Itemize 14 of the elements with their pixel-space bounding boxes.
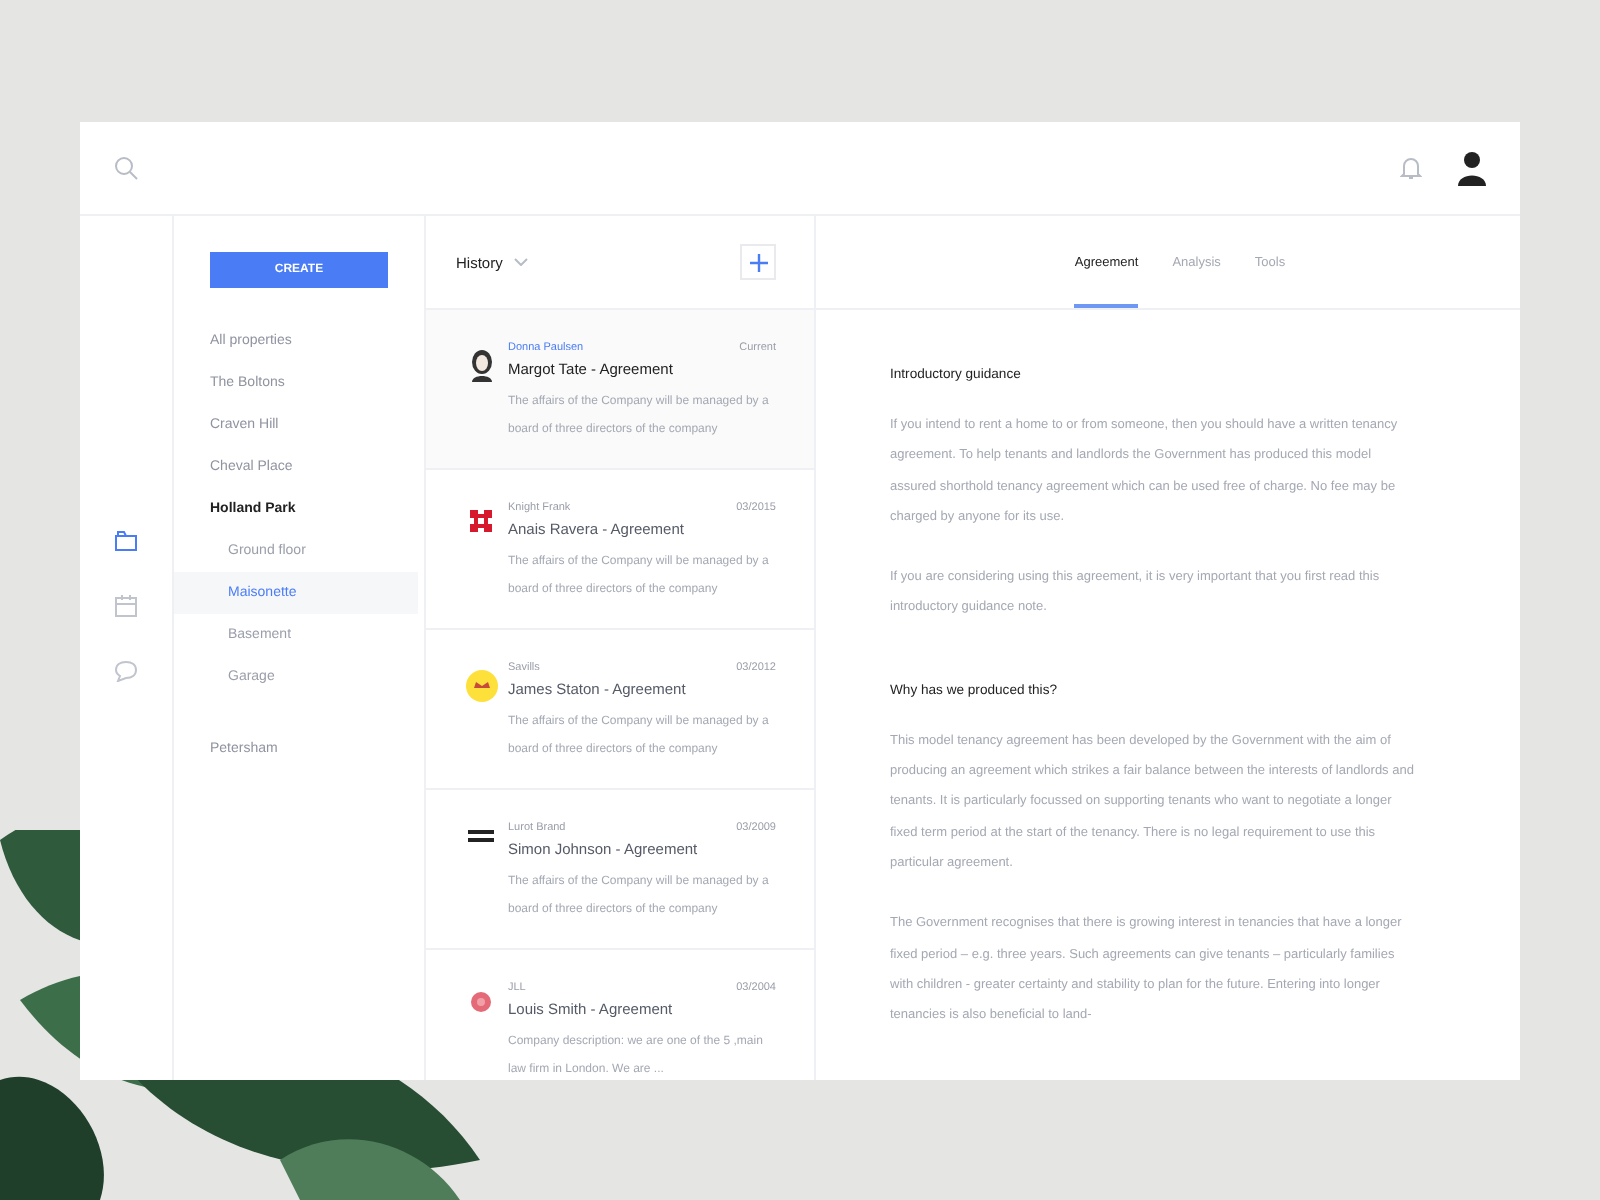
bell-icon[interactable] [1400, 156, 1422, 180]
chat-bubble-icon[interactable] [114, 660, 138, 682]
squares-logo-icon [470, 510, 492, 532]
folder-icon[interactable] [114, 530, 138, 552]
plus-icon [749, 253, 767, 271]
wordmark-logo-icon [468, 830, 494, 842]
avatar-silhouette-icon[interactable] [1456, 150, 1488, 186]
chevron-down-icon[interactable] [514, 258, 529, 266]
add-button[interactable] [740, 244, 776, 280]
flower-logo-icon [470, 990, 492, 1014]
calendar-icon[interactable] [114, 594, 138, 618]
crown-circle-logo-icon [465, 670, 497, 702]
search-icon[interactable] [114, 156, 138, 180]
person-silhouette-icon [469, 350, 493, 382]
